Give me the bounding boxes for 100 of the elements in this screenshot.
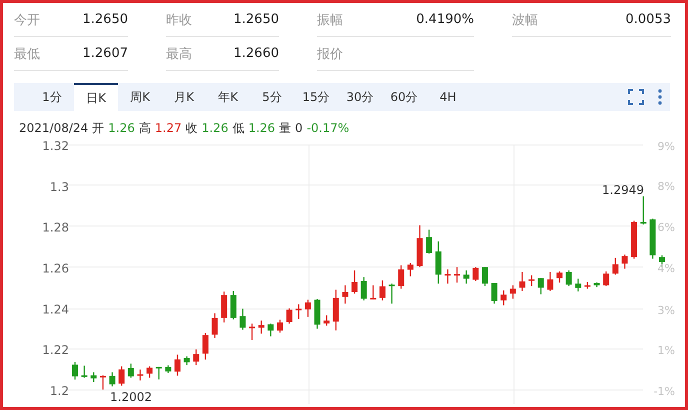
candlestick: [472, 267, 479, 281]
candlestick: [137, 370, 144, 380]
candlestick: [146, 366, 153, 378]
field-label: 高: [138, 120, 151, 136]
candlestick: [379, 280, 386, 300]
quote-label: 昨收: [166, 12, 192, 28]
candlestick: [258, 320, 264, 334]
field-value: 1.26: [202, 121, 228, 135]
candlestick: [156, 366, 162, 380]
candlestick: [463, 270, 470, 284]
price-axis-label: 1.3: [50, 180, 69, 194]
period-tab[interactable]: 1分: [30, 83, 74, 111]
candlestick: [128, 364, 134, 378]
price-axis-label: 1.26: [42, 262, 69, 276]
period-tab[interactable]: 年K: [206, 83, 250, 111]
quote-value: 1.2650: [82, 12, 128, 27]
candlestick: [90, 372, 97, 382]
candlestick: [435, 241, 442, 284]
candlestick: [174, 354, 180, 376]
candlestick: [556, 271, 562, 283]
candlestick: [500, 290, 507, 306]
candlestick: [631, 220, 638, 259]
candlestick: [193, 349, 200, 366]
candlestick: [444, 269, 451, 284]
field-label: 收: [186, 120, 198, 136]
field-label: 低: [232, 120, 244, 136]
period-tab[interactable]: 周K: [118, 83, 162, 111]
low-price-label: 1.2002: [110, 390, 152, 404]
candlestick: [388, 284, 395, 304]
price-axis-label: 1.2: [50, 384, 69, 398]
high-price-label: 1.2949: [602, 183, 644, 197]
percent-axis-label: 1%: [658, 344, 675, 357]
candlestick: [454, 267, 460, 283]
candlestick: [528, 275, 535, 286]
candlestick: [184, 356, 190, 366]
candlestick: [286, 308, 292, 324]
period-tab[interactable]: 4H: [426, 83, 470, 111]
quote-label: 波幅: [512, 12, 538, 28]
price-axis-label: 1.28: [42, 220, 69, 235]
quote-label: 最低: [14, 46, 40, 62]
candlestick: [510, 285, 516, 299]
candlestick: [426, 230, 432, 254]
price-axis-label: 1.22: [42, 343, 69, 358]
candlestick: [304, 300, 311, 317]
more-icon[interactable]: [658, 89, 662, 105]
candlestick: [370, 285, 376, 300]
candlestick: [165, 365, 172, 374]
candlestick: [575, 278, 582, 292]
field-value: 1.26: [108, 121, 135, 135]
quote-label: 今开: [14, 12, 40, 28]
percent-axis-label: 4%: [658, 262, 675, 275]
candlestick: [296, 304, 302, 319]
candlestick: [650, 218, 656, 259]
date-text: 2021/08/24: [19, 121, 88, 135]
fullscreen-icon[interactable]: [628, 89, 644, 105]
candlestick: [276, 320, 283, 333]
candlestick: [538, 278, 544, 294]
quote-label: 最高: [166, 46, 192, 62]
candlestick: [230, 290, 236, 320]
period-tab[interactable]: 30分: [338, 83, 382, 111]
field-value: 1.27: [154, 121, 182, 135]
candlestick: [482, 267, 488, 286]
field-label: 开: [92, 120, 104, 136]
candlestick: [547, 272, 554, 291]
candlestick: [118, 366, 125, 386]
period-tab[interactable]: 15分: [294, 83, 338, 111]
field-label: 量: [279, 120, 292, 136]
candlestick: [407, 263, 414, 276]
candlestick: [416, 225, 423, 268]
candlestick: [81, 366, 88, 378]
quote-value: 1.2660: [234, 46, 279, 61]
candlestick: [314, 298, 320, 329]
candlestick: [324, 315, 330, 326]
candlestick: [249, 324, 256, 340]
candlestick: [360, 277, 367, 300]
candlestick: [221, 292, 228, 322]
candlestick: [612, 258, 618, 275]
candlestick: [268, 324, 274, 336]
field-value: 0: [295, 121, 303, 135]
percent-axis-label: 9%: [658, 140, 675, 153]
change-value: -0.17%: [306, 121, 350, 135]
candlestick: [519, 272, 526, 291]
candlestick: [603, 271, 610, 286]
period-tab[interactable]: 5分: [250, 83, 294, 111]
candlestick: [212, 313, 218, 338]
period-tab[interactable]: 60分: [382, 83, 426, 111]
candlestick: [352, 270, 358, 294]
candlestick: [342, 285, 348, 304]
percent-axis-label: 8%: [658, 180, 675, 193]
candlestick: [594, 282, 600, 288]
candlestick: [584, 282, 590, 289]
quote-value: 0.4190%: [416, 12, 474, 27]
candlestick: [640, 196, 646, 224]
candlestick: [332, 290, 339, 330]
period-tab[interactable]: 日K: [74, 83, 118, 111]
quote-label: 报价: [317, 46, 343, 62]
candlestick: [566, 270, 572, 286]
candlestick: [100, 375, 106, 390]
period-tab[interactable]: 月K: [162, 83, 206, 111]
candlestick: [398, 265, 404, 289]
